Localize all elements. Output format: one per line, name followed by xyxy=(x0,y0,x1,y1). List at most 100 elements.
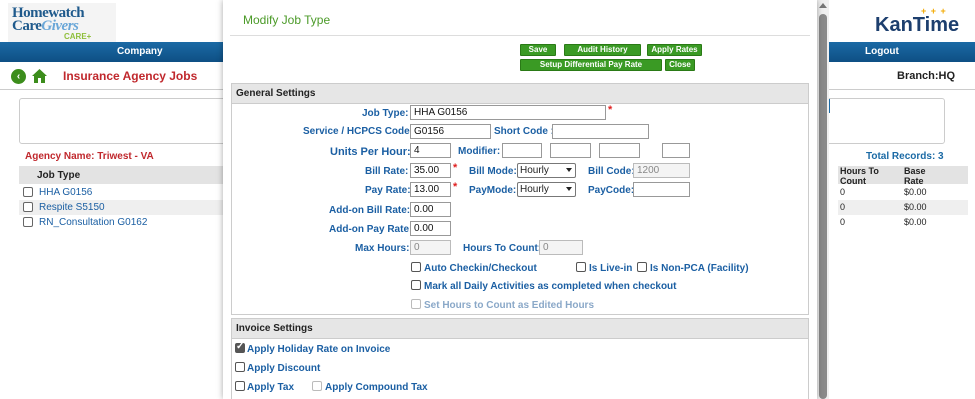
row-checkbox[interactable] xyxy=(23,217,33,227)
table-row[interactable]: Respite S5150 xyxy=(19,200,224,215)
bill-rate-input[interactable]: 35.00 xyxy=(410,163,451,178)
table-row: 0 $0.00 xyxy=(838,200,968,215)
hours-to-count-header: Hours To Count xyxy=(840,166,879,186)
bill-code-label: Bill Code: xyxy=(588,166,635,177)
scroll-thumb[interactable] xyxy=(819,14,827,399)
job-type-input[interactable]: HHA G0156 xyxy=(410,105,606,120)
addon-pay-rate-label: Add-on Pay Rate: xyxy=(329,224,413,235)
short-code-label: Short Code : xyxy=(494,126,554,137)
auto-checkin-label: Auto Checkin/Checkout xyxy=(424,263,537,274)
is-non-pca-label: Is Non-PCA (Facility) xyxy=(650,263,749,274)
page-title: Insurance Agency Jobs xyxy=(63,69,198,83)
job-type-link[interactable]: RN_Consultation G0162 xyxy=(39,217,147,228)
filter-panel-right xyxy=(820,98,945,144)
is-live-in-checkbox[interactable] xyxy=(576,262,586,272)
right-table-header: Hours To Count Base Rate xyxy=(838,166,968,186)
units-per-hour-input[interactable]: 4 xyxy=(410,143,451,158)
chevron-down-icon xyxy=(566,168,572,172)
holiday-rate-label: Apply Holiday Rate on Invoice xyxy=(247,344,391,355)
job-type-link[interactable]: Respite S5150 xyxy=(39,202,105,213)
pay-rate-label: Pay Rate: xyxy=(365,185,411,196)
audit-history-button[interactable]: Audit History xyxy=(564,44,641,56)
hours-to-count-input[interactable]: 0 xyxy=(539,240,583,255)
invoice-settings-section: Invoice Settings Apply Holiday Rate on I… xyxy=(231,318,809,399)
dialog-title: Modify Job Type xyxy=(243,13,331,27)
short-code-input[interactable] xyxy=(552,124,649,139)
is-live-in-label: Is Live-in xyxy=(589,263,633,274)
bill-mode-label: Bill Mode: xyxy=(469,166,517,177)
chevron-down-icon xyxy=(566,187,572,191)
units-per-hour-label: Units Per Hour: xyxy=(330,146,411,158)
discount-checkbox[interactable] xyxy=(235,362,245,372)
compound-tax-label: Apply Compound Tax xyxy=(325,382,428,393)
table-row[interactable]: RN_Consultation G0162 xyxy=(19,215,224,230)
pay-mode-select[interactable]: Hourly xyxy=(517,182,576,197)
modifier-input-1[interactable] xyxy=(502,143,542,158)
modifier-input-2[interactable] xyxy=(550,143,591,158)
bill-rate-label: Bill Rate: xyxy=(365,166,409,177)
bill-mode-select[interactable]: Hourly xyxy=(517,163,576,178)
kantime-logo: KanTime + + + xyxy=(875,6,960,36)
hours-to-count-label: Hours To Count: xyxy=(463,243,542,254)
nav-logout[interactable]: Logout xyxy=(865,46,899,57)
nav-company[interactable]: Company xyxy=(117,46,163,57)
tax-label: Apply Tax xyxy=(247,382,295,393)
max-hours-input[interactable]: 0 xyxy=(410,240,451,255)
divider xyxy=(230,35,810,36)
tax-checkbox[interactable] xyxy=(235,381,245,391)
agency-name: Agency Name: Triwest - VA xyxy=(25,151,154,162)
required-marker: * xyxy=(453,162,458,174)
discount-label: Apply Discount xyxy=(247,363,321,374)
holiday-rate-checkbox[interactable] xyxy=(235,341,245,353)
pay-rate-input[interactable]: 13.00 xyxy=(410,182,451,197)
homewatch-logo: Homewatch CareGivers CARE+ xyxy=(8,3,116,43)
scroll-up-icon[interactable] xyxy=(819,3,827,8)
addon-bill-rate-label: Add-on Bill Rate: xyxy=(329,205,411,216)
set-hours-label: Set Hours to Count as Edited Hours xyxy=(424,300,595,311)
table-row[interactable]: HHA G0156 xyxy=(19,185,224,200)
base-rate-header: Base Rate xyxy=(904,166,926,186)
table-row: 0 $0.00 xyxy=(840,217,927,227)
apply-rates-button[interactable]: Apply Rates xyxy=(647,44,702,56)
section-header: Invoice Settings xyxy=(232,319,808,339)
required-marker: * xyxy=(453,181,458,193)
total-records: Total Records: 3 xyxy=(866,151,944,162)
row-checkbox[interactable] xyxy=(23,187,33,197)
modify-job-type-dialog: Modify Job Type Save Audit History Apply… xyxy=(223,0,817,399)
set-hours-checkbox[interactable] xyxy=(411,299,421,309)
bill-code-input[interactable]: 1200 xyxy=(633,163,690,178)
max-hours-label: Max Hours: xyxy=(355,243,410,254)
pay-mode-label: PayMode: xyxy=(469,185,517,196)
modifier-label: Modifier: xyxy=(458,146,501,157)
pay-code-label: PayCode: xyxy=(588,185,635,196)
back-arrow-icon[interactable]: ‹ xyxy=(11,69,26,84)
logo-line-3: CARE+ xyxy=(64,32,92,41)
row-checkbox[interactable] xyxy=(23,202,33,212)
job-type-link[interactable]: HHA G0156 xyxy=(39,187,92,198)
modal-scrollbar[interactable] xyxy=(817,0,829,399)
sparkle-icon: + + + xyxy=(921,6,947,16)
general-settings-section: General Settings Job Type: HHA G0156 * S… xyxy=(231,83,809,315)
addon-bill-rate-input[interactable]: 0.00 xyxy=(410,202,451,217)
compound-tax-checkbox[interactable] xyxy=(312,381,322,391)
save-button[interactable]: Save xyxy=(520,44,556,56)
required-marker: * xyxy=(608,104,613,116)
close-button[interactable]: Close xyxy=(665,59,695,71)
is-non-pca-checkbox[interactable] xyxy=(637,262,647,272)
table-row: 0 $0.00 xyxy=(840,187,927,197)
mark-daily-activities-label: Mark all Daily Activities as completed w… xyxy=(424,281,677,292)
service-code-label: Service / HCPCS Code: xyxy=(303,126,414,137)
job-type-label: Job Type: xyxy=(362,108,409,119)
service-code-input[interactable]: G0156 xyxy=(410,124,491,139)
pay-code-input[interactable] xyxy=(633,182,690,197)
home-icon[interactable] xyxy=(31,68,48,84)
filter-panel xyxy=(19,98,241,144)
section-header: General Settings xyxy=(232,84,808,104)
mark-daily-activities-checkbox[interactable] xyxy=(411,280,421,290)
addon-pay-rate-input[interactable]: 0.00 xyxy=(410,221,451,236)
setup-differential-pay-rate-button[interactable]: Setup Differential Pay Rate xyxy=(520,59,662,71)
modifier-input-3[interactable] xyxy=(599,143,640,158)
auto-checkin-checkbox[interactable] xyxy=(411,262,421,272)
job-type-column-header: Job Type xyxy=(19,166,224,184)
modifier-input-4[interactable] xyxy=(662,143,690,158)
